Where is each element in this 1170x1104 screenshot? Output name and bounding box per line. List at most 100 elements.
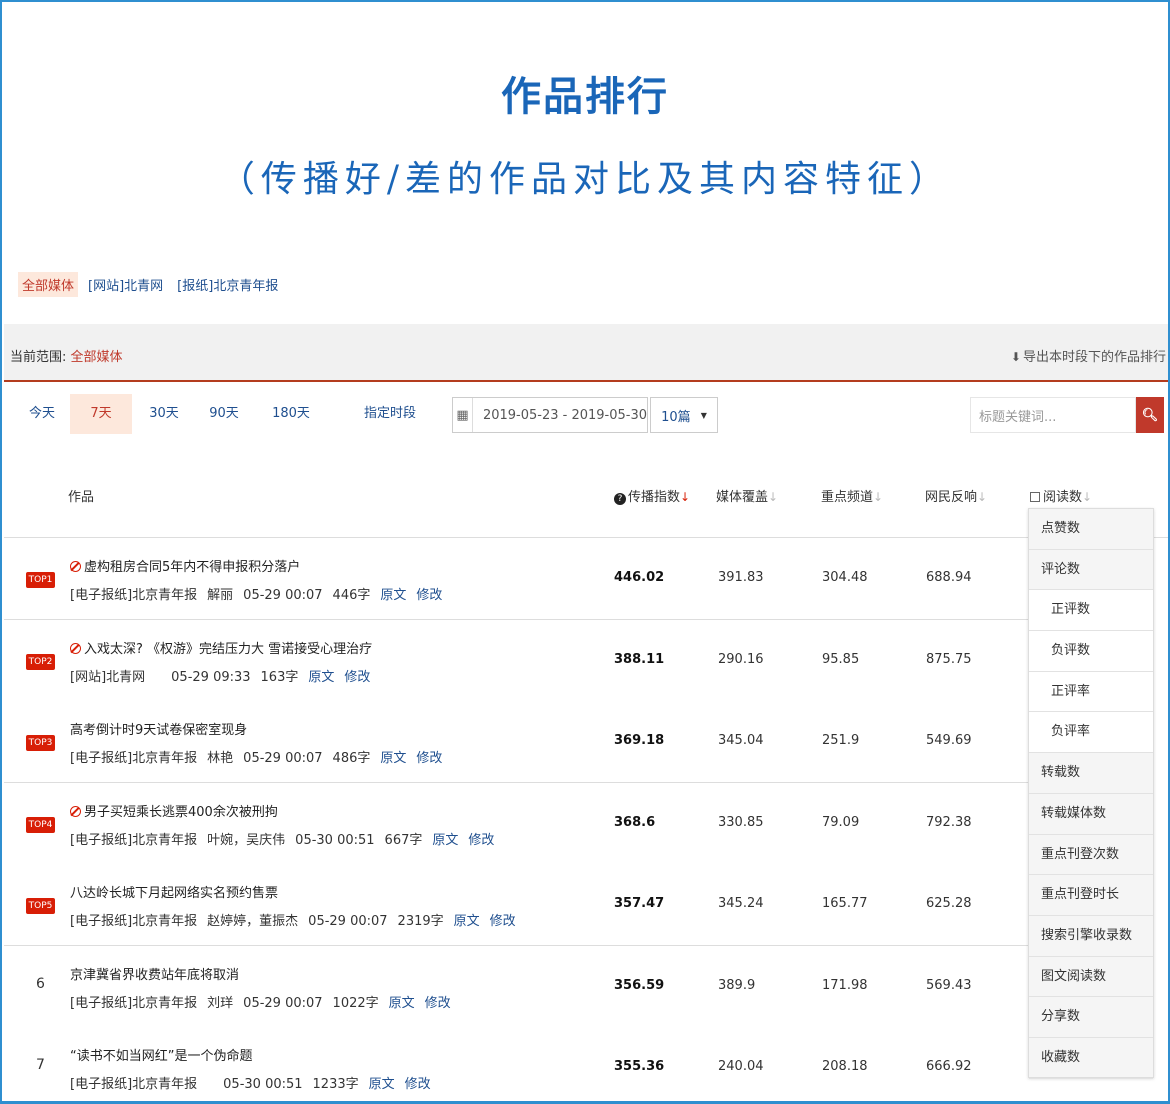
work-title[interactable]: 八达岭长城下月起网络实名预约售票 [70, 882, 278, 901]
work-title[interactable]: 京津冀省界收费站年底将取消 [70, 964, 239, 983]
edit-link[interactable]: 修改 [425, 996, 451, 1011]
media-tab-website[interactable]: [网站]北青网 [84, 272, 167, 297]
cell-netizen-response: 875.75 [926, 651, 972, 667]
count-select[interactable]: 10篇 ▼ [650, 397, 718, 433]
work-title-text: 男子买短乘长逃票400余次被刑拘 [84, 804, 278, 820]
metric-option[interactable]: 重点刊登时长 [1029, 875, 1153, 916]
work-meta: [电子报纸]北京青年报 刘珜 05-29 00:07 1022字 原文 修改 [70, 992, 461, 1011]
table-row[interactable]: TOP5 八达岭长城下月起网络实名预约售票 [电子报纸]北京青年报 赵婷婷，董振杰 05… [4, 864, 1028, 946]
metric-option[interactable]: 转载媒体数 [1029, 794, 1153, 835]
cell-netizen-response: 792.38 [926, 814, 972, 830]
metric-option[interactable]: 搜索引擎收录数 [1029, 916, 1153, 957]
original-link[interactable]: 原文 [369, 1077, 395, 1092]
work-author: 赵婷婷，董振杰 [207, 914, 299, 929]
metric-option[interactable]: 负评率 [1029, 712, 1153, 754]
search-button[interactable]: 🔍︎ [1136, 397, 1164, 433]
export-button[interactable]: ⬇ 导出本时段下的作品排行 [1011, 346, 1166, 365]
range-tab-7days[interactable]: 7天 [70, 394, 132, 434]
metric-option[interactable]: 负评数 [1029, 631, 1153, 672]
original-link[interactable]: 原文 [380, 588, 406, 603]
range-tab-today[interactable]: 今天 [24, 394, 60, 434]
cell-media-coverage: 391.83 [718, 570, 764, 585]
edit-link[interactable]: 修改 [344, 670, 370, 685]
metric-option[interactable]: 转载数 [1029, 753, 1153, 794]
page-title: 作品排行 [501, 74, 669, 120]
cell-netizen-response: 688.94 [926, 570, 972, 585]
work-title-text: 八达岭长城下月起网络实名预约售票 [70, 886, 279, 901]
range-tab-30days[interactable]: 30天 [142, 394, 186, 434]
cell-media-coverage: 330.85 [718, 814, 764, 830]
title-keyword-input[interactable]: 标题关键词... [970, 397, 1136, 433]
metric-option[interactable]: 分享数 [1029, 997, 1153, 1038]
rank-number: 7 [36, 1057, 45, 1073]
column-media-coverage[interactable]: 媒体覆盖↓ [716, 486, 778, 505]
table-row[interactable]: TOP1 虚构租房合同5年内不得申报积分落户 [电子报纸]北京青年报 解丽 05-29 … [4, 538, 1028, 620]
column-work: 作品 [68, 490, 95, 505]
work-title[interactable]: 入戏太深? 《权游》完结压力大 雪诺接受心理治疗 [70, 638, 372, 657]
media-tab-all[interactable]: 全部媒体 [18, 272, 79, 297]
sort-arrow-icon: ↓ [680, 490, 691, 504]
cell-media-coverage: 345.04 [718, 733, 764, 748]
original-link[interactable]: 原文 [389, 996, 415, 1011]
metric-option[interactable]: 图文阅读数 [1029, 957, 1153, 998]
original-link[interactable]: 原文 [454, 914, 480, 929]
work-time: 05-29 00:07 [243, 751, 323, 766]
table-row[interactable]: TOP2 入戏太深? 《权游》完结压力大 雪诺接受心理治疗 [网站]北青网 05-29… [4, 619, 1028, 702]
scope-value: 全部媒体 [70, 350, 123, 365]
work-title[interactable]: 高考倒计时9天试卷保密室现身 [70, 719, 247, 738]
download-icon: ⬇ [1010, 350, 1021, 364]
edit-link[interactable]: 修改 [416, 588, 442, 603]
warning-icon [70, 805, 81, 817]
cell-key-channel: 208.18 [822, 1059, 868, 1074]
edit-link[interactable]: 修改 [416, 751, 442, 766]
metric-option[interactable]: 正评率 [1029, 671, 1153, 713]
metric-option[interactable]: 点赞数 [1029, 509, 1153, 550]
work-meta: [电子报纸]北京青年报 林艳 05-29 00:07 486字 原文 修改 [70, 747, 452, 766]
table-row[interactable]: TOP3 高考倒计时9天试卷保密室现身 [电子报纸]北京青年报 林艳 05-29 00:… [4, 701, 1028, 783]
work-title[interactable]: 虚构租房合同5年内不得申报积分落户 [70, 556, 300, 575]
work-title[interactable]: “读书不如当网红”是一个伪命题 [70, 1045, 252, 1064]
caret-down-icon: ▼ [700, 410, 707, 420]
cell-media-coverage: 290.16 [718, 651, 764, 667]
original-link[interactable]: 原文 [432, 833, 458, 848]
media-tabs: 全部媒体 [网站]北青网 [报纸]北京青年报 [18, 272, 282, 297]
range-tab-custom[interactable]: 指定时段 [358, 394, 422, 434]
edit-link[interactable]: 修改 [468, 833, 494, 848]
work-words: 486字 [332, 751, 371, 766]
work-words: 1022字 [332, 995, 379, 1011]
cell-spread-index: 446.02 [614, 570, 665, 585]
work-title[interactable]: 男子买短乘长逃票400余次被刑拘 [70, 801, 278, 820]
work-words: 2319字 [397, 914, 444, 929]
original-link[interactable]: 原文 [380, 751, 406, 766]
column-spread-index[interactable]: ? 传播指数↓ [614, 486, 690, 505]
metric-option[interactable]: 正评数 [1029, 590, 1153, 632]
cell-spread-index: 356.59 [614, 977, 665, 993]
metric-option[interactable]: 重点刊登次数 [1029, 835, 1153, 876]
column-netizen-response-label: 网民反响 [925, 490, 978, 505]
help-icon[interactable]: ? [614, 493, 626, 505]
column-read-count[interactable]: 阅读数↓ [1030, 486, 1092, 505]
cell-key-channel: 251.9 [822, 733, 860, 748]
original-link[interactable]: 原文 [308, 670, 334, 685]
work-time: 05-29 00:07 [243, 995, 323, 1011]
sort-arrow-icon: ↓ [1082, 490, 1093, 504]
table-row[interactable]: TOP4 男子买短乘长逃票400余次被刑拘 [电子报纸]北京青年报 叶婉，吴庆伟 05-… [4, 782, 1028, 865]
column-netizen-response[interactable]: 网民反响↓ [925, 486, 987, 505]
table-row[interactable]: 7 “读书不如当网红”是一个伪命题 [电子报纸]北京青年报 05-30 00:51 12… [4, 1027, 1028, 1101]
work-time: 05-30 00:51 [223, 1077, 303, 1092]
table-row[interactable]: 6 京津冀省界收费站年底将取消 [电子报纸]北京青年报 刘珜 05-29 00:07 10… [4, 945, 1028, 1028]
sort-arrow-icon: ↓ [768, 490, 779, 504]
edit-link[interactable]: 修改 [405, 1077, 431, 1092]
date-range-picker[interactable]: ▦ 2019-05-23 - 2019-05-30 [452, 397, 648, 433]
work-words: 667字 [384, 832, 423, 848]
range-tab-90days[interactable]: 90天 [202, 394, 246, 434]
edit-link[interactable]: 修改 [490, 914, 516, 929]
media-tab-newspaper[interactable]: [报纸]北京青年报 [173, 272, 282, 297]
cell-netizen-response: 569.43 [926, 977, 972, 993]
range-tab-180days[interactable]: 180天 [266, 394, 316, 434]
cell-media-coverage: 389.9 [718, 977, 756, 993]
filter-bar: 今天 7天 30天 90天 180天 指定时段 ▦ 2019-05-23 - 2… [4, 384, 1168, 454]
metric-option[interactable]: 评论数 [1029, 550, 1153, 591]
column-key-channel[interactable]: 重点频道↓ [821, 486, 883, 505]
metric-option[interactable]: 收藏数 [1029, 1038, 1153, 1079]
